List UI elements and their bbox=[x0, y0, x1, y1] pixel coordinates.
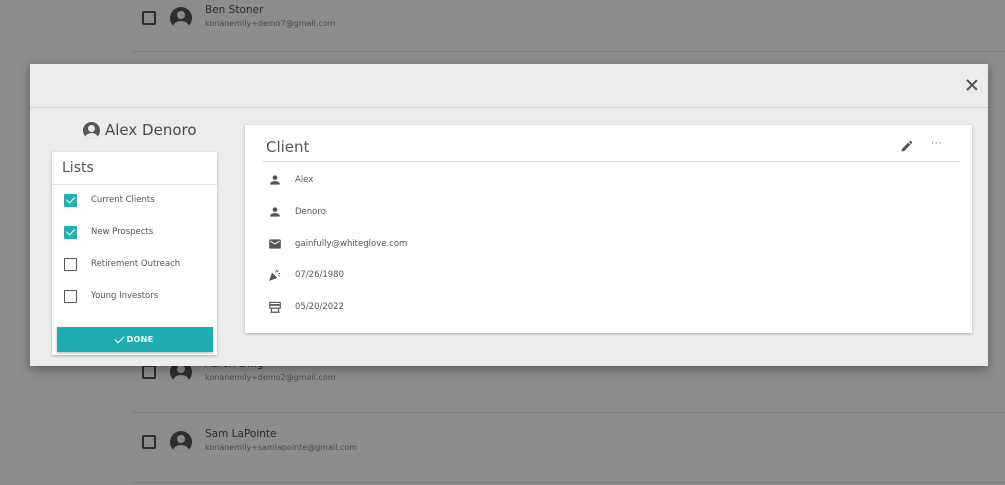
pencil-icon[interactable] bbox=[900, 139, 914, 153]
field-value: Alex bbox=[295, 175, 314, 185]
field-last-name: Denoro bbox=[268, 205, 326, 219]
contact-email: konanemily+demo7@gmail.com bbox=[205, 19, 336, 28]
contact-email: konanemily+samlapointe@gmail.com bbox=[205, 443, 358, 452]
person-icon bbox=[270, 207, 280, 217]
close-icon[interactable] bbox=[964, 77, 980, 93]
contact-modal: Alex Denoro Lists Current Clients New Pr… bbox=[30, 64, 988, 366]
table-row[interactable]: Sam LaPointe konanemily+samlapointe@gmai… bbox=[132, 413, 1005, 483]
list-item-label: Retirement Outreach bbox=[91, 259, 181, 269]
field-value: 05/20/2022 bbox=[295, 302, 344, 312]
lists-header: Lists bbox=[52, 152, 217, 185]
list-item-current-clients[interactable]: Current Clients bbox=[64, 192, 155, 208]
field-first-name: Alex bbox=[268, 173, 313, 187]
contact-title: Alex Denoro bbox=[83, 121, 197, 139]
contact-name: Sam LaPointe bbox=[205, 428, 277, 440]
account-circle-icon bbox=[83, 121, 100, 139]
list-item-new-prospects[interactable]: New Prospects bbox=[64, 224, 153, 240]
more-horizontal-icon[interactable]: ··· bbox=[931, 140, 943, 151]
desk-icon bbox=[269, 301, 281, 313]
field-value: Denoro bbox=[295, 207, 326, 217]
field-email: gainfully@whiteglove.com bbox=[268, 237, 407, 251]
row-checkbox[interactable] bbox=[142, 11, 156, 25]
checkbox-checked[interactable] bbox=[64, 225, 77, 239]
row-checkbox[interactable] bbox=[142, 435, 156, 449]
row-checkbox[interactable] bbox=[142, 365, 156, 379]
list-item-label: Young Investors bbox=[91, 291, 159, 301]
checkbox-unchecked[interactable] bbox=[64, 289, 77, 303]
field-value: gainfully@whiteglove.com bbox=[295, 239, 408, 249]
list-item-retirement-outreach[interactable]: Retirement Outreach bbox=[64, 256, 180, 272]
contact-email: konanemily+demo2@gmail.com bbox=[205, 373, 336, 382]
contact-name-heading: Alex Denoro bbox=[105, 121, 197, 139]
client-card: Client ··· Alex Denoro gainfully@whitegl… bbox=[245, 125, 972, 333]
divider bbox=[262, 161, 960, 162]
checkbox-unchecked[interactable] bbox=[64, 257, 77, 271]
contact-name: Ben Stoner bbox=[205, 4, 264, 16]
list-item-label: New Prospects bbox=[91, 227, 154, 237]
list-item-young-investors[interactable]: Young Investors bbox=[64, 288, 158, 304]
modal-header bbox=[30, 64, 988, 108]
field-client-since: 05/20/2022 bbox=[268, 300, 344, 314]
done-button-label: DONE bbox=[126, 335, 154, 344]
checkbox-checked[interactable] bbox=[64, 193, 77, 207]
avatar-icon bbox=[170, 7, 192, 29]
done-button[interactable]: DONE bbox=[57, 327, 213, 352]
list-item-label: Current Clients bbox=[91, 195, 155, 205]
card-title: Client bbox=[266, 138, 310, 156]
field-birthday: 07/26/1980 bbox=[268, 268, 344, 282]
person-icon bbox=[270, 175, 280, 185]
party-popper-icon bbox=[269, 269, 281, 281]
avatar-icon bbox=[170, 431, 192, 453]
check-icon bbox=[114, 333, 125, 343]
email-icon bbox=[269, 239, 281, 249]
lists-panel: Lists Current Clients New Prospects Reti… bbox=[52, 152, 217, 355]
field-value: 07/26/1980 bbox=[295, 270, 344, 280]
table-row[interactable]: Ben Stoner konanemily+demo7@gmail.com bbox=[132, 0, 1005, 52]
